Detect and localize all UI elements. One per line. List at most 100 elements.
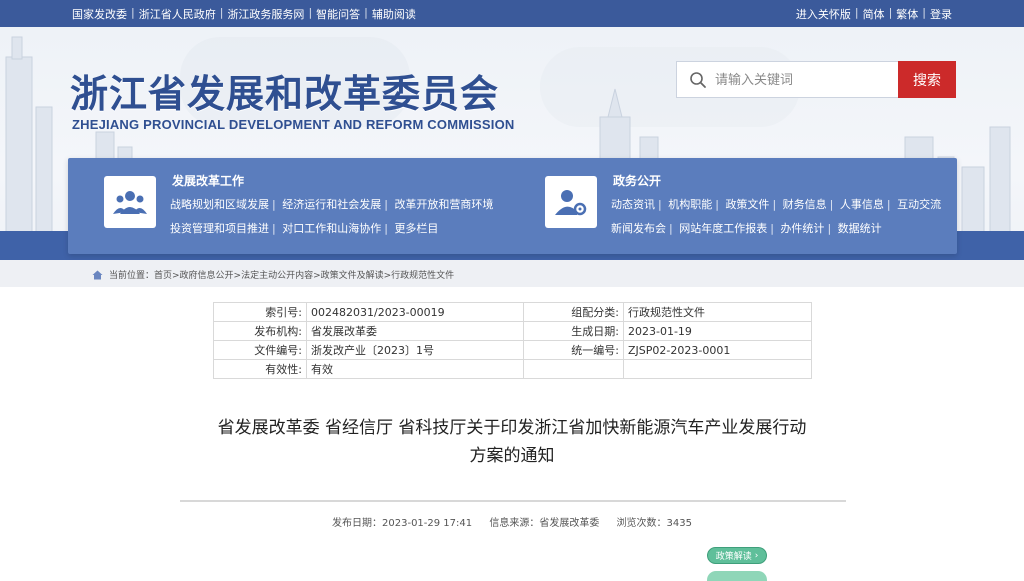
site-header: 浙江省发展和改革委员会 ZHEJIANG PROVINCIAL DEVELOPM…: [0, 27, 1024, 287]
nav-link-functions[interactable]: 机构职能: [668, 198, 712, 211]
separator: |: [308, 6, 313, 19]
top-bar: 国家发改委 | 浙江省人民政府 | 浙江政务服务网 | 智能问答 | 辅助阅读 进入关怀…: [0, 0, 1024, 27]
separator: |: [827, 222, 832, 235]
nav-section-reform: 发展改革工作 战略规划和区域发展 | 经济运行和社会发展 | 改革开放和营商环境 投…: [104, 158, 544, 254]
nav-link-interaction[interactable]: 互动交流: [897, 198, 941, 211]
nav-link-case-stats[interactable]: 办件统计: [780, 222, 824, 235]
link-assisted-reading[interactable]: 辅助阅读: [372, 6, 416, 22]
policy-interpretation-button[interactable]: 政策解读 ›: [707, 547, 767, 564]
user-gear-icon: [545, 176, 597, 228]
nav-link-news[interactable]: 动态资讯: [611, 198, 655, 211]
info-value: 有效: [306, 359, 524, 379]
nav-reform-links-row1: 战略规划和区域发展 | 经济运行和社会发展 | 改革开放和营商环境: [170, 193, 493, 217]
article-meta: 发布日期：2023-01-29 17:41 信息来源：省发展改革委 浏览次数：3…: [0, 514, 1024, 529]
info-value: [623, 359, 812, 379]
breadcrumb-label: 当前位置：: [109, 271, 155, 281]
link-login[interactable]: 登录: [930, 6, 952, 22]
people-icon: [104, 176, 156, 228]
document-info-table: 索引号: 002482031/2023-00019 组配分类: 行政规范性文件 …: [213, 302, 812, 379]
secondary-button-partial[interactable]: [707, 571, 767, 581]
separator: |: [272, 198, 276, 211]
article-title: 省发展改革委 省经信厅 省科技厅关于印发浙江省加快新能源汽车产业发展行动 方案的…: [150, 414, 874, 470]
top-links-left: 国家发改委 | 浙江省人民政府 | 浙江政务服务网 | 智能问答 | 辅助阅读: [72, 6, 416, 22]
link-zj-service[interactable]: 浙江政务服务网: [227, 6, 304, 22]
nav-section-affairs: 政务公开 动态资讯 | 机构职能 | 政策文件 | 财务信息 | 人事信息 | 互动交流 …: [545, 158, 945, 254]
nav-link-more[interactable]: 更多栏目: [394, 222, 438, 235]
home-icon: [92, 270, 103, 279]
nav-link-personnel[interactable]: 人事信息: [840, 198, 884, 211]
search-input[interactable]: [715, 68, 895, 92]
info-value: 行政规范性文件: [623, 302, 812, 322]
info-source: 信息来源：省发展改革委: [489, 518, 600, 529]
top-links-right: 进入关怀版 | 简体 | 繁体 | 登录: [796, 6, 952, 22]
nav-affairs-links-row2: 新闻发布会 | 网站年度工作报表 | 办件统计 | 数据统计: [611, 217, 882, 241]
info-value: 2023-01-19: [623, 321, 812, 341]
separator: |: [669, 222, 673, 235]
nav-link-press[interactable]: 新闻发布会: [611, 222, 666, 235]
separator: |: [384, 222, 388, 235]
nav-affairs-links-row1: 动态资讯 | 机构职能 | 政策文件 | 财务信息 | 人事信息 | 互动交流: [611, 193, 941, 217]
site-title: 浙江省发展和改革委员会: [70, 72, 500, 116]
nav-link-strategy[interactable]: 战略规划和区域发展: [170, 198, 269, 211]
nav-link-economy[interactable]: 经济运行和社会发展: [282, 198, 381, 211]
info-value: 浙发改产业〔2023〕1号: [306, 340, 524, 360]
view-count: 浏览次数：3435: [616, 518, 692, 529]
chevron-right-icon: ›: [754, 550, 759, 561]
separator: |: [272, 222, 276, 235]
info-label: 文件编号:: [213, 340, 307, 360]
nav-reform-links-row2: 投资管理和项目推进 | 对口工作和山海协作 | 更多栏目: [170, 217, 438, 241]
nav-link-annual-report[interactable]: 网站年度工作报表: [679, 222, 767, 235]
link-simplified[interactable]: 简体: [863, 6, 885, 22]
separator: |: [770, 222, 774, 235]
separator: |: [888, 6, 893, 19]
link-smart-qa[interactable]: 智能问答: [316, 6, 360, 22]
search-button[interactable]: 搜索: [898, 61, 956, 98]
separator: |: [854, 6, 859, 19]
info-label: 发布机构:: [213, 321, 307, 341]
separator: |: [384, 198, 388, 211]
separator: |: [364, 6, 368, 19]
nav-affairs-title: 政务公开: [613, 174, 662, 188]
publish-date: 发布日期：2023-01-29 17:41: [332, 518, 473, 529]
separator: |: [131, 6, 135, 19]
link-traditional[interactable]: 繁体: [896, 6, 918, 22]
info-label: 统一编号:: [523, 340, 624, 360]
info-label: 有效性:: [213, 359, 307, 379]
separator: |: [829, 198, 834, 211]
nav-link-cooperation[interactable]: 对口工作和山海协作: [282, 222, 381, 235]
breadcrumb: 当前位置： 首页>政府信息公开>法定主动公开内容>政策文件及解读>行政规范性文件: [0, 260, 1024, 287]
nav-reform-title: 发展改革工作: [172, 174, 245, 188]
policy-button-label: 政策解读: [715, 552, 752, 562]
article-title-line2: 方案的通知: [469, 446, 555, 466]
breadcrumb-inner: 当前位置： 首页>政府信息公开>法定主动公开内容>政策文件及解读>行政规范性文件: [92, 268, 454, 281]
separator: |: [658, 198, 662, 211]
info-label: 生成日期:: [523, 321, 624, 341]
nav-link-policy-docs[interactable]: 政策文件: [725, 198, 769, 211]
divider: [180, 500, 846, 502]
breadcrumb-path[interactable]: 首页>政府信息公开>法定主动公开内容>政策文件及解读>行政规范性文件: [154, 268, 454, 281]
link-care-mode[interactable]: 进入关怀版: [796, 6, 851, 22]
nav-panel: 发展改革工作 战略规划和区域发展 | 经济运行和社会发展 | 改革开放和营商环境 投…: [68, 158, 957, 254]
nav-link-finance[interactable]: 财务信息: [783, 198, 827, 211]
table-row: 索引号: 002482031/2023-00019 组配分类: 行政规范性文件: [213, 302, 812, 322]
search-box: 搜索: [676, 61, 956, 98]
info-label: 索引号:: [213, 302, 307, 322]
link-ndrc[interactable]: 国家发改委: [72, 6, 127, 22]
info-value: ZJSP02-2023-0001: [623, 340, 812, 360]
info-value: 002482031/2023-00019: [306, 302, 524, 322]
nav-link-reform-open[interactable]: 改革开放和营商环境: [394, 198, 493, 211]
article-title-line1: 省发展改革委 省经信厅 省科技厅关于印发浙江省加快新能源汽车产业发展行动: [217, 418, 807, 438]
nav-link-data-stats[interactable]: 数据统计: [838, 222, 882, 235]
table-row: 文件编号: 浙发改产业〔2023〕1号 统一编号: ZJSP02-2023-00…: [213, 340, 812, 360]
table-row: 有效性: 有效: [213, 359, 812, 379]
site-title-english: ZHEJIANG PROVINCIAL DEVELOPMENT AND REFO…: [72, 117, 515, 132]
nav-link-investment[interactable]: 投资管理和项目推进: [170, 222, 269, 235]
link-zj-gov[interactable]: 浙江省人民政府: [139, 6, 216, 22]
separator: |: [219, 6, 224, 19]
separator: |: [772, 198, 777, 211]
separator: |: [922, 6, 926, 19]
search-icon: [690, 72, 706, 88]
info-label: [523, 359, 624, 379]
info-label: 组配分类:: [523, 302, 624, 322]
info-value: 省发展改革委: [306, 321, 524, 341]
